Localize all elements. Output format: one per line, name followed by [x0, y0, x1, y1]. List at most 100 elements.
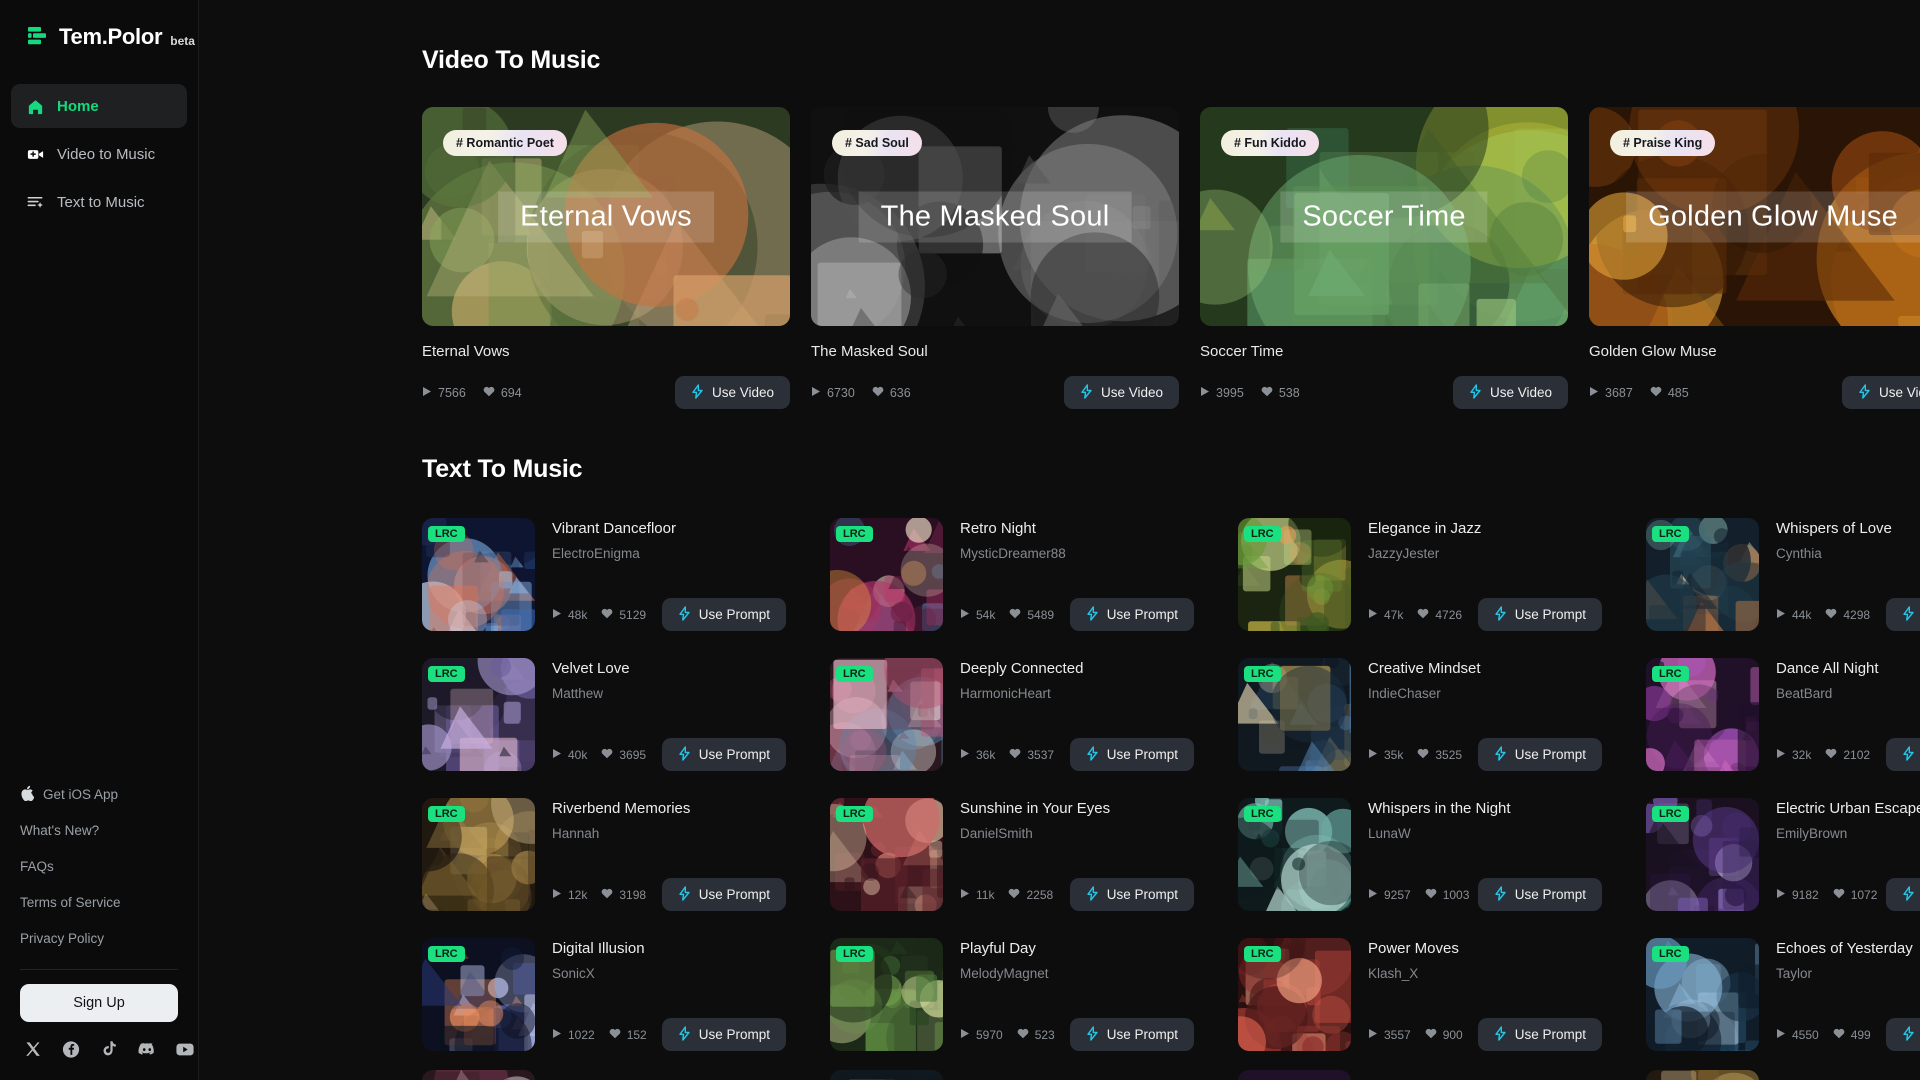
track-cover[interactable] — [830, 1070, 943, 1080]
sidebar-item-text-to-music[interactable]: Text to Music — [11, 180, 187, 224]
track-cover[interactable]: LRC — [830, 798, 943, 911]
list-item[interactable]: LRC Deeply Connected HarmonicHeart 36k 3… — [830, 650, 1238, 790]
use-video-button[interactable]: Use Video — [1452, 376, 1568, 409]
track-cover[interactable]: LRC — [1238, 798, 1351, 911]
video-thumbnail[interactable]: # Fun Kiddo Soccer Time — [1200, 107, 1568, 326]
list-item[interactable]: LRC Whispers of Love Cynthia 44k 4298 — [1646, 510, 1920, 650]
list-item[interactable] — [1238, 1070, 1646, 1080]
use-prompt-button[interactable]: Use Prompt — [661, 738, 786, 771]
list-item[interactable]: LRC Creative Mindset IndieChaser 35k 352… — [1238, 650, 1646, 790]
heart-icon — [1833, 1028, 1845, 1042]
like-count-value: 523 — [1034, 1027, 1055, 1042]
track-cover[interactable]: LRC — [830, 518, 943, 631]
video-thumbnail[interactable]: # Sad Soul The Masked Soul — [811, 107, 1179, 326]
use-prompt-button[interactable]: Use Prompt — [1477, 878, 1602, 911]
use-prompt-button[interactable]: Use Prompt — [1069, 1018, 1194, 1051]
use-prompt-button[interactable]: Use Prompt — [661, 598, 786, 631]
use-prompt-button[interactable]: Use Prompt — [1069, 598, 1194, 631]
sidebar-item-video-to-music[interactable]: Video to Music — [11, 132, 187, 176]
sidebar-link-terms-of-service[interactable]: Terms of Service — [20, 884, 198, 920]
use-video-button[interactable]: Use Video — [674, 376, 790, 409]
track-cover[interactable]: LRC — [1646, 518, 1759, 631]
list-item[interactable] — [830, 1070, 1238, 1080]
list-item[interactable] — [422, 1070, 830, 1080]
sidebar-link-get-ios-app[interactable]: Get iOS App — [20, 776, 198, 812]
list-item[interactable]: LRC Dance All Night BeatBard 32k 2102 — [1646, 650, 1920, 790]
discord-icon[interactable] — [138, 1040, 156, 1058]
video-card[interactable]: # Fun Kiddo Soccer Time Soccer Time 3995… — [1200, 107, 1568, 409]
use-prompt-button[interactable]: Use Prompt — [1885, 598, 1920, 631]
video-overlay-title: Eternal Vows — [498, 191, 714, 242]
list-item[interactable]: LRC Whispers in the Night LunaW 9257 100… — [1238, 790, 1646, 930]
track-footer: 36k 3537 Use Prompt — [960, 738, 1238, 771]
track-cover[interactable]: LRC — [1646, 658, 1759, 771]
track-cover[interactable]: LRC — [830, 658, 943, 771]
track-cover[interactable] — [1238, 1070, 1351, 1080]
facebook-icon[interactable] — [62, 1040, 80, 1058]
lightning-bolt-icon — [678, 885, 691, 904]
use-prompt-button[interactable]: Use Prompt — [661, 878, 786, 911]
sidebar-link-privacy-policy[interactable]: Privacy Policy — [20, 920, 198, 956]
list-item[interactable]: LRC Riverbend Memories Hannah 12k 3198 U… — [422, 790, 830, 930]
list-item[interactable]: LRC Playful Day MelodyMagnet 5970 523 Us… — [830, 930, 1238, 1070]
play-count: 6730 — [811, 386, 855, 400]
play-icon — [422, 386, 432, 400]
track-cover[interactable]: LRC — [422, 938, 535, 1051]
use-prompt-button[interactable]: Use Prompt — [661, 1018, 786, 1051]
use-prompt-button[interactable]: Use Prompt — [1477, 598, 1602, 631]
video-thumbnail[interactable]: # Romantic Poet Eternal Vows — [422, 107, 790, 326]
track-cover[interactable]: LRC — [422, 658, 535, 771]
use-prompt-button[interactable]: Use Prompt — [1477, 1018, 1602, 1051]
track-cover[interactable] — [1646, 1070, 1759, 1080]
use-prompt-button[interactable]: Use Prompt — [1069, 738, 1194, 771]
video-carousel[interactable]: # Romantic Poet Eternal Vows Eternal Vow… — [422, 107, 1920, 409]
track-cover[interactable]: LRC — [830, 938, 943, 1051]
like-count-value: 636 — [889, 385, 911, 400]
list-item[interactable] — [1646, 1070, 1920, 1080]
list-item[interactable]: LRC Echoes of Yesterday Taylor 4550 499 — [1646, 930, 1920, 1070]
use-video-button[interactable]: Use Video — [1063, 376, 1179, 409]
list-item[interactable]: LRC Retro Night MysticDreamer88 54k 5489 — [830, 510, 1238, 650]
list-item[interactable]: LRC Velvet Love Matthew 40k 3695 Use Pro… — [422, 650, 830, 790]
track-cover[interactable] — [422, 1070, 535, 1080]
use-prompt-button[interactable]: Use Prompt — [1069, 878, 1194, 911]
youtube-icon[interactable] — [176, 1040, 194, 1058]
heart-icon — [1650, 386, 1662, 400]
sidebar-link-whats-new[interactable]: What's New? — [20, 812, 198, 848]
brand-logo[interactable]: Tem.Polor beta — [0, 0, 198, 50]
video-section-header: Video To Music — [422, 42, 1920, 78]
track-stats: 1022 152 — [552, 1028, 647, 1042]
use-prompt-label: Use Prompt — [698, 887, 770, 902]
video-card[interactable]: # Praise King Golden Glow Muse Golden Gl… — [1589, 107, 1920, 409]
track-cover[interactable]: LRC — [1238, 518, 1351, 631]
like-count: 1003 — [1425, 888, 1469, 902]
track-cover[interactable]: LRC — [1646, 938, 1759, 1051]
track-cover[interactable]: LRC — [1238, 658, 1351, 771]
video-card[interactable]: # Sad Soul The Masked Soul The Masked So… — [811, 107, 1179, 409]
list-item[interactable]: LRC Digital Illusion SonicX 1022 152 Use… — [422, 930, 830, 1070]
list-item[interactable]: LRC Elegance in Jazz JazzyJester 47k 472… — [1238, 510, 1646, 650]
signup-button[interactable]: Sign Up — [20, 984, 178, 1022]
list-item[interactable]: LRC Vibrant Dancefloor ElectroEnigma 48k… — [422, 510, 830, 650]
video-card[interactable]: # Romantic Poet Eternal Vows Eternal Vow… — [422, 107, 790, 409]
lrc-badge: LRC — [428, 666, 465, 682]
track-cover[interactable]: LRC — [422, 518, 535, 631]
list-item[interactable]: LRC Sunshine in Your Eyes DanielSmith 11… — [830, 790, 1238, 930]
track-cover[interactable]: LRC — [1238, 938, 1351, 1051]
use-prompt-button[interactable]: Use Prompt — [1885, 878, 1920, 911]
track-cover[interactable]: LRC — [422, 798, 535, 911]
use-prompt-button[interactable]: Use Prompt — [1885, 738, 1920, 771]
use-prompt-button[interactable]: Use Prompt — [1477, 738, 1602, 771]
x-icon[interactable] — [24, 1040, 42, 1058]
video-thumbnail[interactable]: # Praise King Golden Glow Muse — [1589, 107, 1920, 326]
track-cover[interactable]: LRC — [1646, 798, 1759, 911]
use-video-button[interactable]: Use Video — [1841, 376, 1920, 409]
list-item[interactable]: LRC Power Moves Klash_X 3557 900 Use Pro… — [1238, 930, 1646, 1070]
play-count: 3995 — [1200, 386, 1244, 400]
sidebar-item-label: Home — [57, 97, 99, 115]
list-item[interactable]: LRC Electric Urban Escape EmilyBrown 918… — [1646, 790, 1920, 930]
sidebar-link-faqs[interactable]: FAQs — [20, 848, 198, 884]
use-prompt-button[interactable]: Use Prompt — [1885, 1018, 1920, 1051]
tiktok-icon[interactable] — [100, 1040, 118, 1058]
sidebar-item-home[interactable]: Home — [11, 84, 187, 128]
